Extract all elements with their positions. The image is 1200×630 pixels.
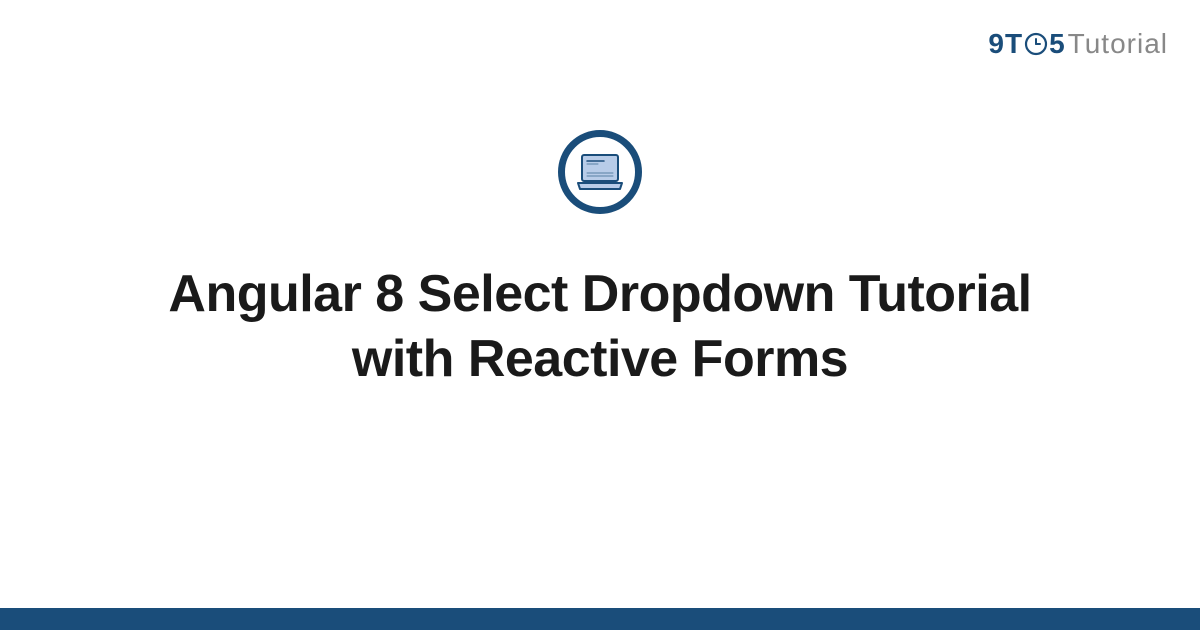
logo-text-mid: 5 <box>1049 28 1066 60</box>
main-content: Angular 8 Select Dropdown Tutorial with … <box>0 130 1200 392</box>
logo-text-suffix: Tutorial <box>1068 28 1168 60</box>
page-title: Angular 8 Select Dropdown Tutorial with … <box>120 262 1080 392</box>
laptop-icon <box>558 130 642 214</box>
clock-icon <box>1024 32 1048 56</box>
footer-bar <box>0 608 1200 630</box>
brand-logo: 9T 5 Tutorial <box>988 28 1168 60</box>
logo-text-prefix: 9T <box>988 28 1023 60</box>
